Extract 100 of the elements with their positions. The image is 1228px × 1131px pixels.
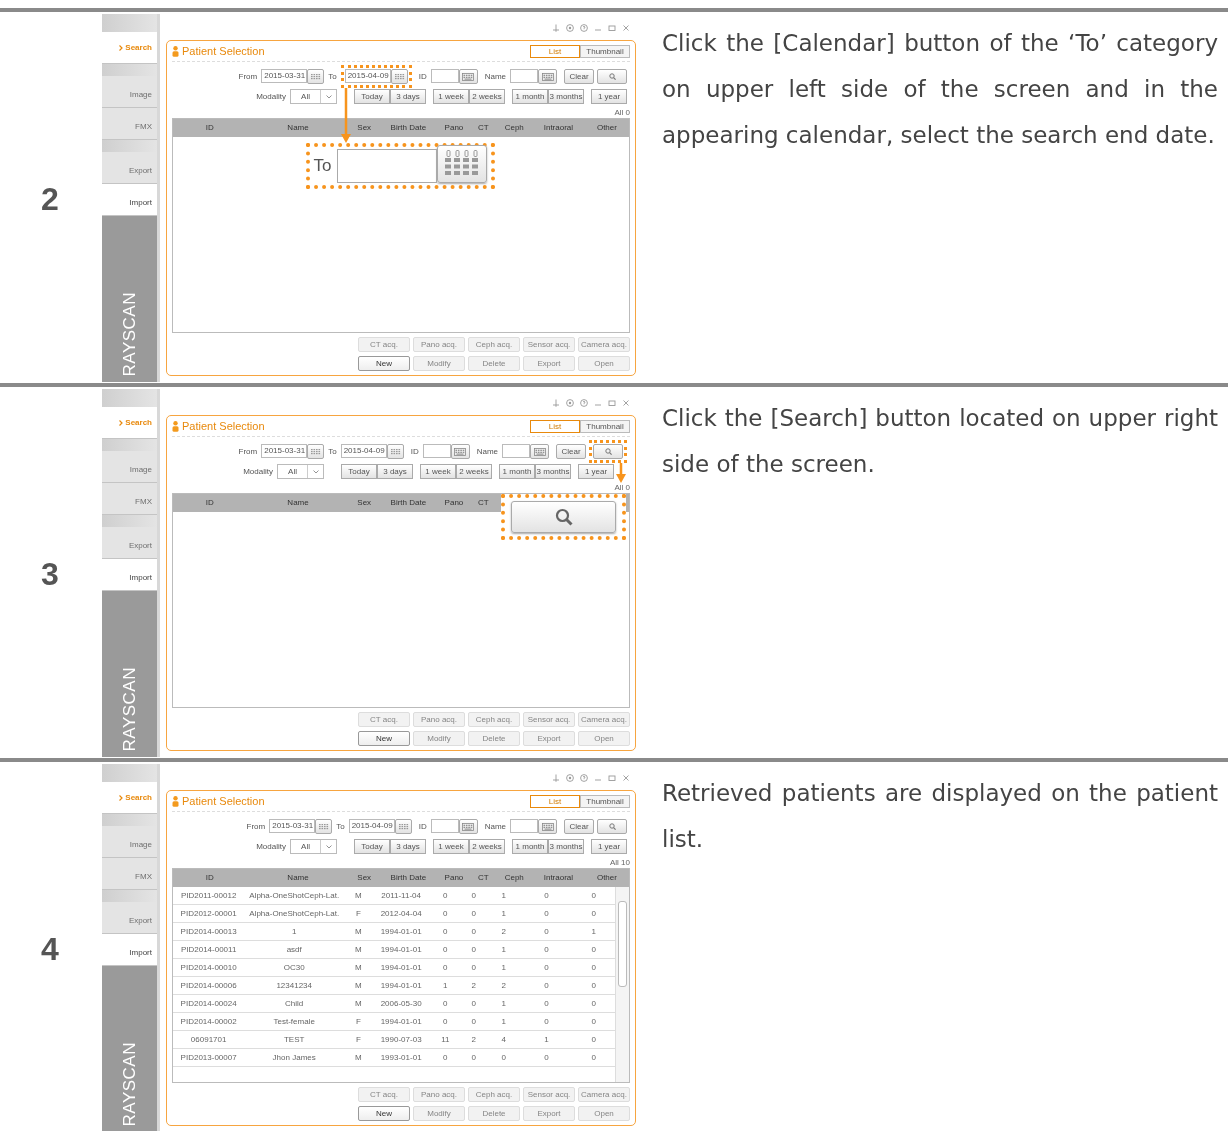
- settings-icon[interactable]: [566, 774, 574, 782]
- maximize-icon[interactable]: [608, 774, 616, 782]
- range-button[interactable]: 1 week: [420, 464, 456, 479]
- modality-dropdown[interactable]: All: [290, 89, 337, 104]
- range-button[interactable]: 1 month: [512, 839, 548, 854]
- column-header[interactable]: Pano: [437, 497, 471, 509]
- range-button[interactable]: 1 month: [512, 89, 548, 104]
- column-header[interactable]: Name: [246, 122, 350, 134]
- action-button[interactable]: New: [358, 356, 410, 371]
- calendar-button[interactable]: [315, 819, 333, 834]
- range-button[interactable]: 2 weeks: [469, 89, 505, 104]
- search-button[interactable]: [597, 69, 627, 84]
- keyboard-button[interactable]: [538, 819, 557, 834]
- id-field[interactable]: [430, 819, 459, 833]
- keyboard-button[interactable]: [530, 444, 549, 459]
- view-toggle[interactable]: Thumbnail: [580, 45, 630, 58]
- search-button[interactable]: [597, 819, 627, 834]
- name-field[interactable]: [502, 444, 530, 458]
- range-button[interactable]: 1 week: [433, 89, 469, 104]
- range-button[interactable]: 2 weeks: [469, 839, 505, 854]
- column-header[interactable]: Other: [584, 122, 629, 134]
- column-header[interactable]: Intraoral: [531, 872, 585, 884]
- column-header[interactable]: Other: [584, 872, 629, 884]
- column-header[interactable]: ID: [173, 497, 247, 509]
- range-button[interactable]: 3 months: [548, 839, 584, 854]
- column-header[interactable]: CT: [470, 497, 497, 509]
- maximize-icon[interactable]: [608, 24, 616, 32]
- close-icon[interactable]: [622, 774, 630, 782]
- column-header[interactable]: Pano: [437, 872, 471, 884]
- modality-dropdown[interactable]: All: [277, 464, 324, 479]
- keyboard-button[interactable]: [450, 444, 470, 459]
- column-header[interactable]: Sex: [349, 872, 379, 884]
- clear-button[interactable]: Clear: [564, 819, 594, 834]
- column-header[interactable]: Sex: [349, 497, 379, 509]
- column-header[interactable]: Birth Date: [378, 122, 438, 134]
- close-icon[interactable]: [622, 399, 630, 407]
- scroll-thumb[interactable]: [618, 901, 627, 987]
- view-toggle[interactable]: List: [530, 420, 580, 433]
- column-header[interactable]: ID: [173, 122, 247, 134]
- range-button[interactable]: Today: [354, 839, 390, 854]
- id-field[interactable]: [430, 69, 459, 83]
- column-header[interactable]: Name: [246, 497, 350, 509]
- range-button[interactable]: Today: [341, 464, 377, 479]
- keyboard-button[interactable]: [458, 69, 478, 84]
- keyboard-button[interactable]: [458, 819, 478, 834]
- settings-icon[interactable]: [566, 399, 574, 407]
- pin-icon[interactable]: [552, 399, 560, 407]
- column-header[interactable]: Pano: [437, 122, 471, 134]
- maximize-icon[interactable]: [608, 399, 616, 407]
- date-field[interactable]: 2015-03-31: [269, 819, 316, 833]
- date-field[interactable]: 2015-04-09: [340, 444, 387, 458]
- view-toggle[interactable]: List: [530, 45, 580, 58]
- range-button[interactable]: 3 months: [548, 89, 584, 104]
- range-button[interactable]: 3 days: [377, 464, 413, 479]
- view-toggle[interactable]: List: [530, 795, 580, 808]
- clear-button[interactable]: Clear: [564, 69, 594, 84]
- date-field[interactable]: 2015-04-09: [348, 819, 395, 833]
- column-header[interactable]: Ceph: [496, 872, 532, 884]
- pin-icon[interactable]: [552, 774, 560, 782]
- close-icon[interactable]: [622, 24, 630, 32]
- date-field[interactable]: 2015-03-31: [261, 444, 308, 458]
- range-button[interactable]: 2 weeks: [456, 464, 492, 479]
- action-button[interactable]: New: [358, 731, 410, 746]
- view-toggle[interactable]: Thumbnail: [580, 420, 630, 433]
- column-header[interactable]: Intraoral: [531, 122, 585, 134]
- sidebar-tab[interactable]: Import: [102, 934, 157, 966]
- range-button[interactable]: 1 year: [591, 839, 627, 854]
- range-button[interactable]: 3 days: [390, 89, 426, 104]
- sidebar-tab[interactable]: Import: [102, 559, 157, 591]
- modality-dropdown[interactable]: All: [290, 839, 337, 854]
- keyboard-button[interactable]: [538, 69, 557, 84]
- help-icon[interactable]: [580, 24, 588, 32]
- range-button[interactable]: 1 year: [578, 464, 614, 479]
- clear-button[interactable]: Clear: [556, 444, 586, 459]
- view-toggle[interactable]: Thumbnail: [580, 795, 630, 808]
- range-button[interactable]: 1 month: [499, 464, 535, 479]
- date-field[interactable]: 2015-03-31: [261, 69, 308, 83]
- calendar-button[interactable]: [307, 69, 325, 84]
- column-header[interactable]: Sex: [349, 122, 379, 134]
- range-button[interactable]: 1 year: [591, 89, 627, 104]
- column-header[interactable]: Birth Date: [378, 872, 438, 884]
- help-icon[interactable]: [580, 399, 588, 407]
- id-field[interactable]: [422, 444, 451, 458]
- settings-icon[interactable]: [566, 24, 574, 32]
- range-button[interactable]: 3 days: [390, 839, 426, 854]
- sidebar-tab[interactable]: Import: [102, 184, 157, 216]
- range-button[interactable]: 1 week: [433, 839, 469, 854]
- calendar-button[interactable]: [307, 444, 325, 459]
- pin-icon[interactable]: [552, 24, 560, 32]
- scrollbar[interactable]: [615, 887, 629, 1082]
- column-header[interactable]: CT: [470, 872, 497, 884]
- column-header[interactable]: ID: [173, 872, 247, 884]
- help-icon[interactable]: [580, 774, 588, 782]
- action-button[interactable]: New: [358, 1106, 410, 1121]
- range-button[interactable]: Today: [354, 89, 390, 104]
- name-field[interactable]: [510, 819, 538, 833]
- column-header[interactable]: Ceph: [496, 122, 532, 134]
- column-header[interactable]: Name: [246, 872, 350, 884]
- column-header[interactable]: CT: [470, 122, 497, 134]
- column-header[interactable]: Birth Date: [378, 497, 438, 509]
